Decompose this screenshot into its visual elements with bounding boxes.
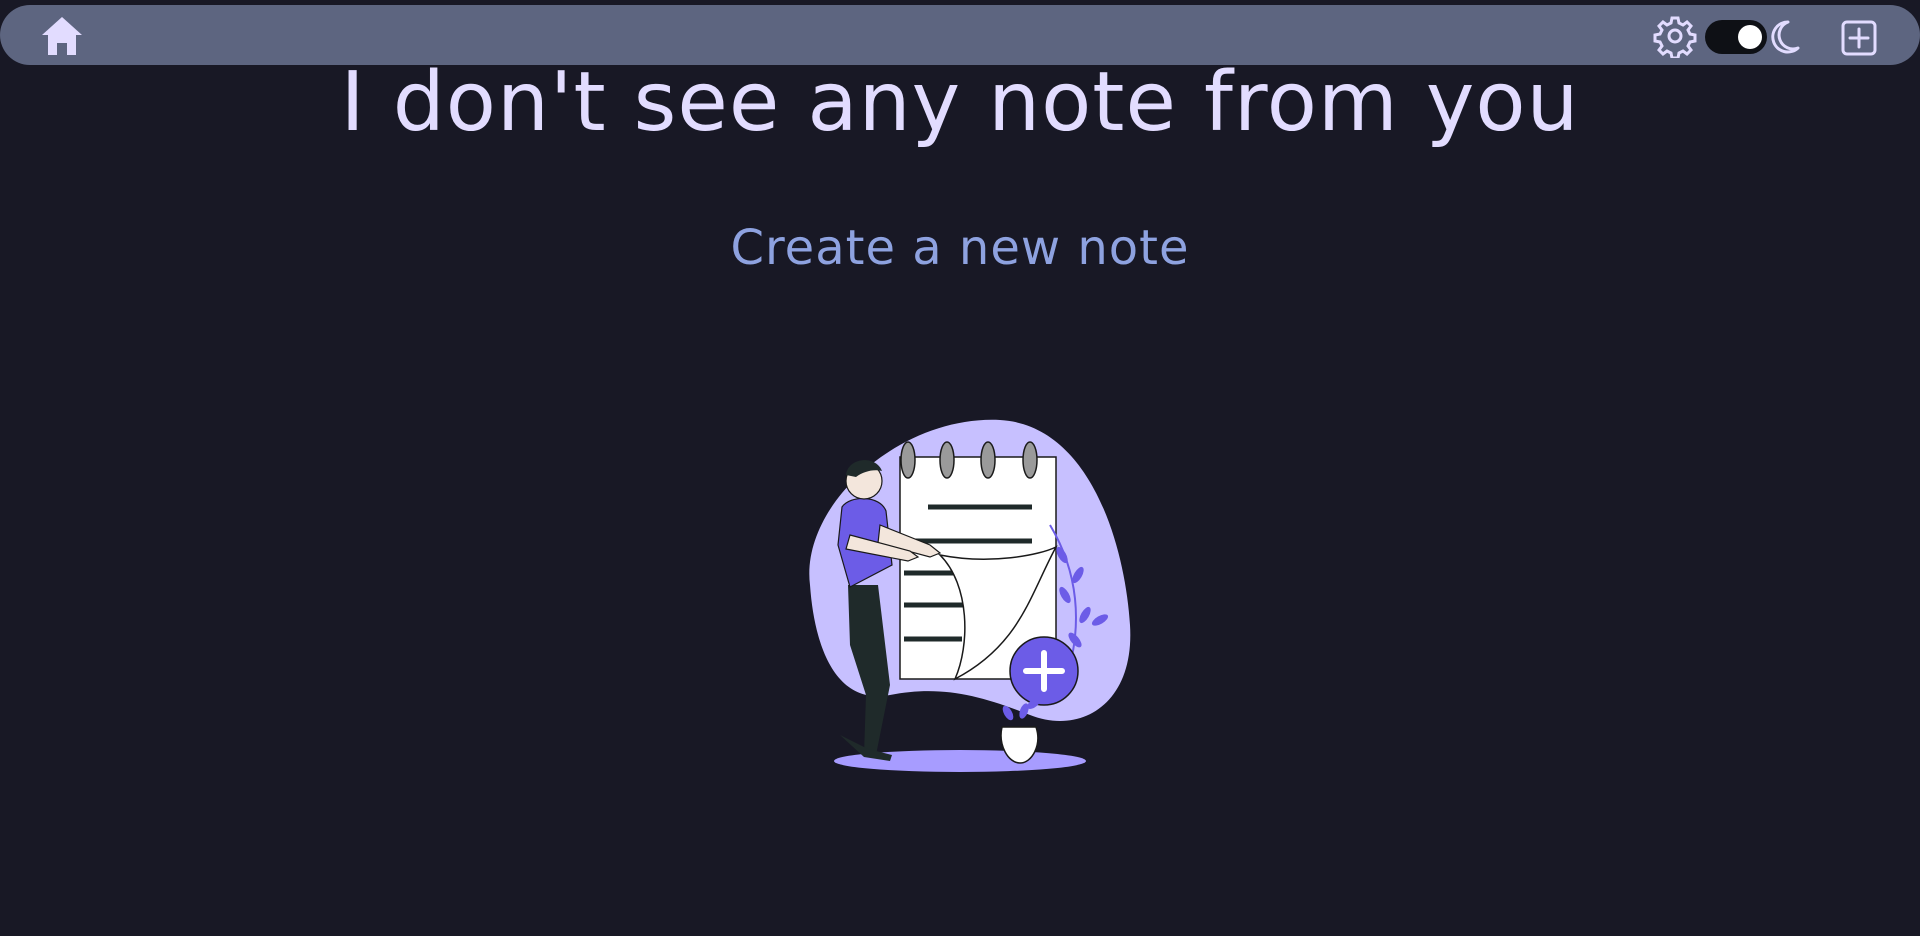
toggle-knob bbox=[1738, 25, 1762, 49]
gear-icon bbox=[1653, 16, 1697, 60]
moon-icon bbox=[1764, 18, 1802, 56]
theme-toggle[interactable] bbox=[1705, 20, 1767, 54]
empty-notes-illustration bbox=[780, 415, 1140, 775]
add-note-button[interactable] bbox=[1840, 19, 1878, 57]
create-note-link[interactable]: Create a new note bbox=[0, 220, 1920, 278]
home-icon bbox=[42, 17, 82, 55]
empty-state-headline: I don't see any note from you bbox=[340, 55, 1580, 150]
home-button[interactable] bbox=[38, 14, 86, 58]
settings-button[interactable] bbox=[1653, 14, 1697, 60]
plus-square-icon bbox=[1841, 20, 1877, 56]
